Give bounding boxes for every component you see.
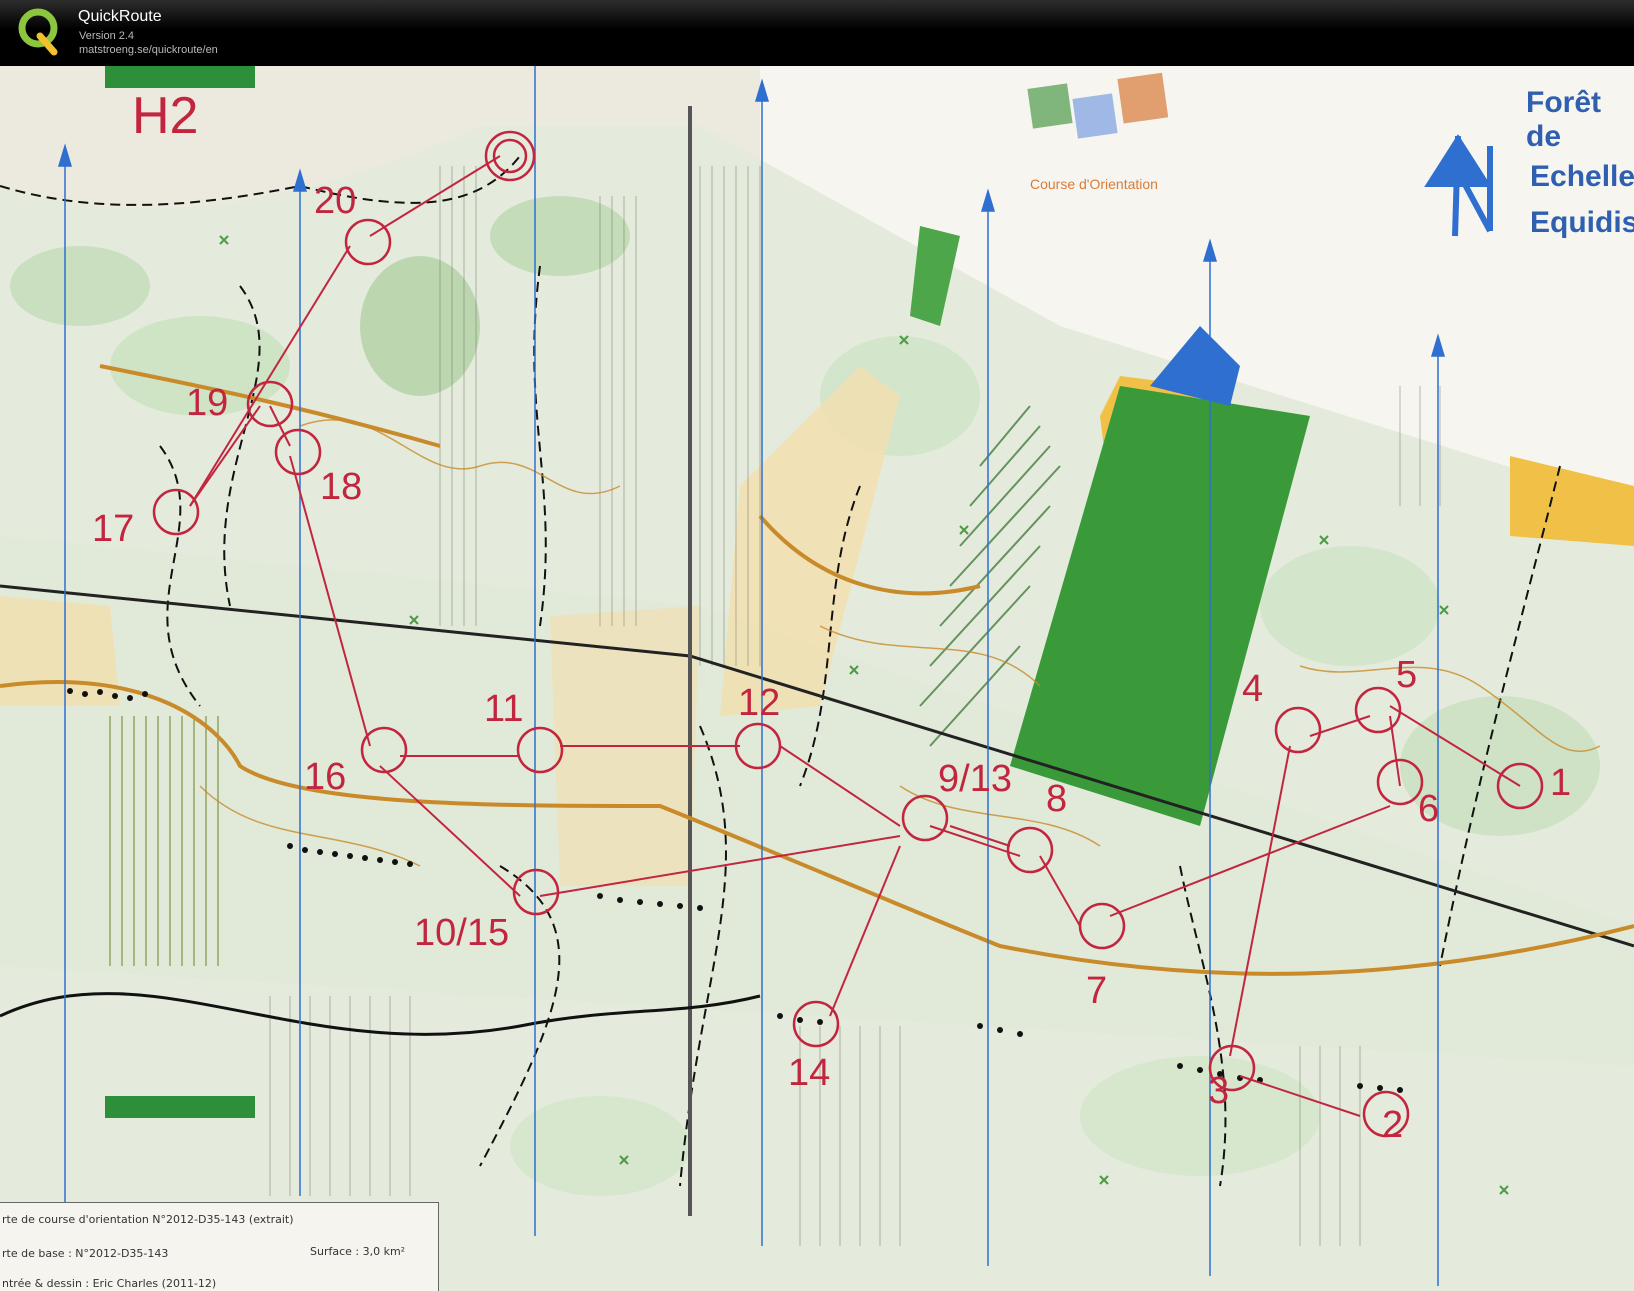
control-number: 14 <box>788 1052 831 1094</box>
control-number: 5 <box>1396 654 1418 696</box>
control-number: 19 <box>186 382 229 424</box>
legend-author: ntrée & dessin : Eric Charles (2011-12) <box>2 1277 217 1290</box>
course-name: H2 <box>132 87 199 145</box>
scale-label: Echelle <box>1530 160 1634 193</box>
legend-map-reference: rte de course d'orientation N°2012-D35-1… <box>2 1213 294 1226</box>
control-number: 3 <box>1208 1070 1230 1112</box>
ffco-logo-caption: Course d'Orientation <box>1030 176 1158 192</box>
control-number: 7 <box>1086 970 1108 1012</box>
legend-surface: Surface : 3,0 km² <box>310 1245 406 1258</box>
control-number: 4 <box>1242 668 1264 710</box>
app-url[interactable]: matstroeng.se/quickroute/en <box>79 44 218 56</box>
control-number: 1 <box>1550 762 1572 804</box>
control-number: 11 <box>484 688 524 730</box>
orienteering-map[interactable]: H2 20 19 18 17 16 11 12 10/15 9/13 8 7 1… <box>0 66 1634 1291</box>
legend-base-map: rte de base : N°2012-D35-143 <box>2 1247 169 1260</box>
control-number: 6 <box>1418 788 1440 830</box>
control-number: 9/13 <box>938 758 1012 800</box>
control-number: 20 <box>314 180 357 222</box>
forest-name-label: Forêt de <box>1526 86 1601 153</box>
contour-label: Equidis <box>1530 206 1634 239</box>
control-number: 18 <box>320 466 363 508</box>
map-legend-box: rte de course d'orientation N°2012-D35-1… <box>0 1202 439 1291</box>
app-titlebar: QuickRoute Version 2.4 matstroeng.se/qui… <box>0 0 1634 66</box>
control-number: 12 <box>738 682 781 724</box>
control-number: 10/15 <box>414 912 510 954</box>
quickroute-logo-icon <box>18 8 58 56</box>
control-number: 8 <box>1046 778 1068 820</box>
control-number: 17 <box>92 508 135 550</box>
app-version: Version 2.4 <box>79 30 135 42</box>
app-title: QuickRoute <box>78 8 162 25</box>
control-number: 2 <box>1382 1104 1404 1146</box>
control-number: 16 <box>304 756 347 798</box>
